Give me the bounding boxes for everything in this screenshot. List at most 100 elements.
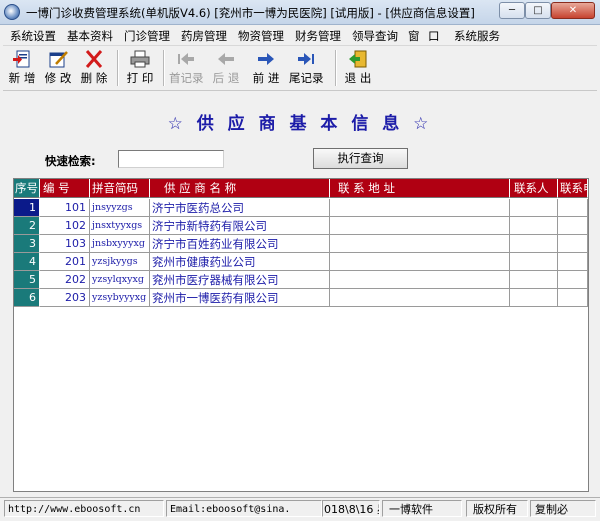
status-bar: http://www.eboosoft.cn Email:eboosoft@si… [0,497,600,521]
exit-label: 退 出 [344,71,372,85]
delete-button[interactable]: 删 除 [77,48,111,88]
toolbar-separator [335,50,337,86]
row-code: 101 [40,199,90,217]
row-supplier-name: 济宁市医药总公司 [150,199,330,217]
last-record-button[interactable]: 尾记录 [289,48,324,88]
row-code: 102 [40,217,90,235]
row-pinyin: jnsxtyyxgs [90,217,150,235]
row-phone [558,235,588,253]
table-row[interactable]: 2 102 jnsxtyyxgs 济宁市新特药有限公司 [14,217,588,235]
new-record-icon [13,50,30,68]
execute-query-button[interactable]: 执行查询 [313,148,408,169]
menu-window-1[interactable]: 窗 [408,28,420,44]
row-code: 201 [40,253,90,271]
printer-icon [130,50,150,68]
supplier-form: ☆ 供 应 商 基 本 信 息 ☆ 快速检索: 执行查询 序号 编 号 拼音简码… [10,91,590,495]
menu-pharmacy[interactable]: 药房管理 [181,28,227,44]
table-row[interactable]: 4 201 yzsjkyygs 兖州市健康药业公司 [14,253,588,271]
minimize-button[interactable]: ─ [499,2,525,19]
new-button[interactable]: 新 增 [5,48,39,88]
status-email: Email:eboosoft@sina. [166,500,322,517]
row-pinyin: jnsbxyyyxg [90,235,150,253]
title-bar[interactable]: 一博门诊收费管理系统(单机版V4.6) [兖州市一博为民医院] [试用版] - … [0,0,600,25]
table-row[interactable]: 6 203 yzsybyyyxg 兖州市一博医药有限公司 [14,289,588,307]
header-code[interactable]: 编 号 [40,179,90,198]
last-record-arrow-icon [298,53,314,65]
edit-button[interactable]: 修 改 [41,48,75,88]
new-label: 新 增 [8,71,36,85]
exit-button[interactable]: 退 出 [341,48,375,88]
row-address [330,271,510,289]
first-record-button[interactable]: 首记录 [169,48,204,88]
menu-materials[interactable]: 物资管理 [238,28,284,44]
row-supplier-name: 兖州市健康药业公司 [150,253,330,271]
row-contact [510,289,558,307]
status-copy: 复制必 [530,500,596,517]
back-label: 后 退 [212,71,240,85]
header-address[interactable]: 联 系 地 址 [330,179,510,198]
row-phone [558,217,588,235]
menu-bar: 系统设置 基本资料 门诊管理 药房管理 物资管理 财务管理 领导查询 窗 口 系… [3,25,597,46]
row-seq: 4 [14,253,40,271]
status-date: 018\8\16 星期 [322,500,380,517]
row-supplier-name: 济宁市新特药有限公司 [150,217,330,235]
row-contact [510,199,558,217]
back-arrow-icon [218,53,234,65]
toolbar: 新 增 修 改 删 除 打 印 首记录 后 退 前 进 尾记录 退 出 [3,46,597,91]
row-contact [510,253,558,271]
row-code: 203 [40,289,90,307]
close-button[interactable]: ✕ [551,2,595,19]
row-address [330,253,510,271]
row-phone [558,289,588,307]
menu-basic-data[interactable]: 基本资料 [67,28,113,44]
row-contact [510,271,558,289]
form-title: ☆ 供 应 商 基 本 信 息 ☆ [167,114,433,134]
window-title: 一博门诊收费管理系统(单机版V4.6) [兖州市一博为民医院] [试用版] - … [26,6,475,20]
forward-label: 前 进 [252,71,280,85]
forward-button[interactable]: 前 进 [249,48,283,88]
menu-system-service[interactable]: 系统服务 [454,28,500,44]
row-seq: 6 [14,289,40,307]
exit-door-icon [349,50,367,68]
table-row[interactable]: 1 101 jnsyyzgs 济宁市医药总公司 [14,199,588,217]
menu-finance[interactable]: 财务管理 [295,28,341,44]
toolbar-separator [117,50,119,86]
row-address [330,235,510,253]
row-pinyin: yzsybyyyxg [90,289,150,307]
row-address [330,199,510,217]
supplier-grid[interactable]: 序号 编 号 拼音简码 供 应 商 名 称 联 系 地 址 联系人 联系电 1 … [13,178,589,492]
print-button[interactable]: 打 印 [123,48,157,88]
first-record-arrow-icon [178,53,194,65]
app-window: 一博门诊收费管理系统(单机版V4.6) [兖州市一博为民医院] [试用版] - … [0,0,600,521]
delete-label: 删 除 [80,71,108,85]
back-button[interactable]: 后 退 [209,48,243,88]
header-seq[interactable]: 序号 [14,179,40,198]
status-url: http://www.eboosoft.cn [4,500,164,517]
menu-leader-query[interactable]: 领导查询 [352,28,398,44]
status-company: 一博软件 [382,500,462,517]
row-supplier-name: 济宁市百姓药业有限公司 [150,235,330,253]
edit-icon [49,51,68,68]
table-row[interactable]: 3 103 jnsbxyyyxg 济宁市百姓药业有限公司 [14,235,588,253]
quick-search-input[interactable] [118,150,224,168]
header-phone[interactable]: 联系电 [558,179,588,198]
table-row[interactable]: 5 202 yzsylqxyxg 兖州市医疗器械有限公司 [14,271,588,289]
row-seq: 5 [14,271,40,289]
row-pinyin: yzsjkyygs [90,253,150,271]
menu-outpatient[interactable]: 门诊管理 [124,28,170,44]
row-supplier-name: 兖州市一博医药有限公司 [150,289,330,307]
header-supplier-name[interactable]: 供 应 商 名 称 [150,179,330,198]
last-record-label: 尾记录 [289,71,324,85]
grid-header: 序号 编 号 拼音简码 供 应 商 名 称 联 系 地 址 联系人 联系电 [14,179,588,199]
header-pinyin[interactable]: 拼音简码 [90,179,150,198]
forward-arrow-icon [258,53,274,65]
maximize-button[interactable]: □ [525,2,551,19]
menu-system-settings[interactable]: 系统设置 [10,28,56,44]
row-pinyin: yzsylqxyxg [90,271,150,289]
menu-window-2[interactable]: 口 [428,28,440,44]
header-contact[interactable]: 联系人 [510,179,558,198]
row-contact [510,235,558,253]
toolbar-separator [163,50,165,86]
search-label: 快速检索: [45,154,96,168]
row-code: 103 [40,235,90,253]
